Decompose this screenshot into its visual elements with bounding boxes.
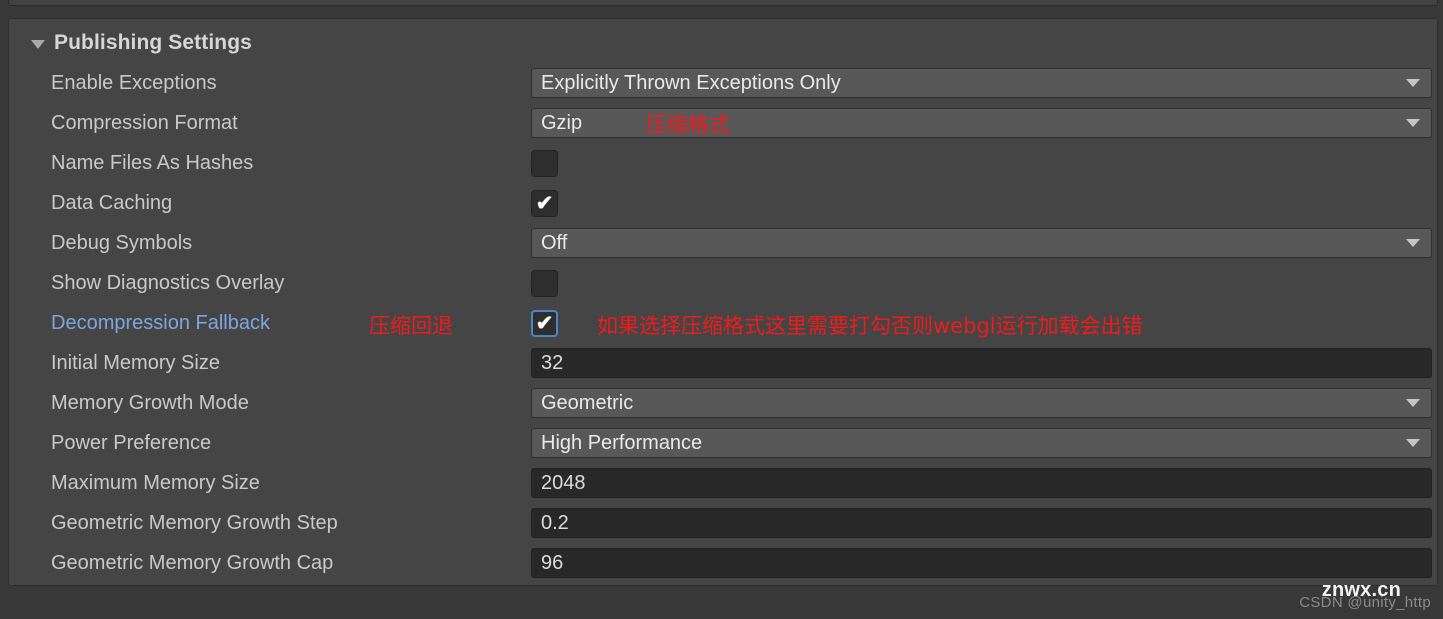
znwx-watermark: znwx.cn <box>1321 579 1401 601</box>
checkbox-data-caching[interactable]: ✔ <box>531 189 558 217</box>
label-power-preference: Power Preference <box>51 431 212 454</box>
check-icon: ✔ <box>535 191 554 215</box>
row-power-preference: Power Preference High Performance <box>9 423 1437 463</box>
dropdown-value-enable-exceptions: Explicitly Thrown Exceptions Only <box>541 72 841 94</box>
dropdown-memory-growth-mode[interactable]: Geometric <box>531 388 1432 418</box>
row-debug-symbols: Debug Symbols Off <box>9 223 1437 263</box>
row-show-diagnostics-overlay: Show Diagnostics Overlay <box>9 263 1437 303</box>
chevron-down-icon[interactable] <box>1406 439 1420 447</box>
chevron-down-icon[interactable] <box>1406 79 1420 87</box>
dropdown-enable-exceptions[interactable]: Explicitly Thrown Exceptions Only <box>531 68 1432 98</box>
chevron-down-icon[interactable] <box>1406 119 1420 127</box>
input-maximum-memory-size[interactable]: 2048 <box>531 468 1432 498</box>
chevron-down-icon[interactable] <box>1406 239 1420 247</box>
label-show-diagnostics-overlay: Show Diagnostics Overlay <box>51 271 285 294</box>
dropdown-debug-symbols[interactable]: Off <box>531 228 1432 258</box>
unity-inspector-window: Publishing Settings Enable Exceptions Ex… <box>0 0 1443 619</box>
top-panel-strip <box>8 0 1438 6</box>
row-geometric-memory-growth-step: Geometric Memory Growth Step 0.2 <box>9 503 1437 543</box>
input-initial-memory-size[interactable]: 32 <box>531 348 1432 378</box>
checkbox-decompression-fallback[interactable]: ✔ <box>531 309 558 337</box>
row-name-files-as-hashes: Name Files As Hashes <box>9 143 1437 183</box>
checkbox-show-diagnostics-overlay[interactable] <box>531 269 558 297</box>
input-value-initial-memory-size: 32 <box>541 352 564 374</box>
input-value-maximum-memory-size: 2048 <box>541 472 586 494</box>
row-maximum-memory-size: Maximum Memory Size 2048 <box>9 463 1437 503</box>
dropdown-value-debug-symbols: Off <box>541 232 568 254</box>
row-data-caching: Data Caching ✔ <box>9 183 1437 223</box>
label-data-caching: Data Caching <box>51 191 173 214</box>
label-maximum-memory-size: Maximum Memory Size <box>51 471 260 494</box>
publishing-settings-foldout[interactable]: Publishing Settings <box>31 31 252 55</box>
dropdown-value-memory-growth-mode: Geometric <box>541 392 634 414</box>
checkbox-name-files-as-hashes[interactable] <box>531 149 558 177</box>
row-initial-memory-size: Initial Memory Size 32 <box>9 343 1437 383</box>
publishing-settings-panel: Publishing Settings Enable Exceptions Ex… <box>8 18 1438 586</box>
label-geometric-memory-growth-step: Geometric Memory Growth Step <box>51 511 338 534</box>
row-geometric-memory-growth-cap: Geometric Memory Growth Cap 96 <box>9 543 1437 583</box>
row-decompression-fallback: Decompression Fallback 压缩回退 ✔ 如果选择压缩格式这里… <box>9 303 1437 343</box>
annotation-compression-format: 压缩格式 <box>646 113 730 137</box>
label-enable-exceptions: Enable Exceptions <box>51 71 217 94</box>
input-geometric-memory-growth-step[interactable]: 0.2 <box>531 508 1432 538</box>
input-value-geometric-memory-growth-cap: 96 <box>541 552 564 574</box>
label-name-files-as-hashes: Name Files As Hashes <box>51 151 254 174</box>
input-value-geometric-memory-growth-step: 0.2 <box>541 512 569 534</box>
check-icon: ✔ <box>535 311 554 335</box>
row-memory-growth-mode: Memory Growth Mode Geometric <box>9 383 1437 423</box>
dropdown-value-compression-format: Gzip <box>541 112 583 134</box>
annotation-decompression-fallback-note: 如果选择压缩格式这里需要打勾否则webgl运行加载会出错 <box>597 314 1143 338</box>
label-debug-symbols: Debug Symbols <box>51 231 193 254</box>
dropdown-value-power-preference: High Performance <box>541 432 703 454</box>
dropdown-power-preference[interactable]: High Performance <box>531 428 1432 458</box>
annotation-decompression-fallback-label: 压缩回退 <box>369 314 453 338</box>
chevron-down-icon[interactable] <box>1406 399 1420 407</box>
label-memory-growth-mode: Memory Growth Mode <box>51 391 249 414</box>
label-geometric-memory-growth-cap: Geometric Memory Growth Cap <box>51 551 334 574</box>
row-compression-format: Compression Format Gzip 压缩格式 <box>9 103 1437 143</box>
triangle-down-icon[interactable] <box>31 39 45 49</box>
label-initial-memory-size: Initial Memory Size <box>51 351 220 374</box>
row-enable-exceptions: Enable Exceptions Explicitly Thrown Exce… <box>9 63 1437 103</box>
input-geometric-memory-growth-cap[interactable]: 96 <box>531 548 1432 578</box>
page-title: Publishing Settings <box>54 31 252 54</box>
label-decompression-fallback: Decompression Fallback <box>51 311 270 334</box>
label-compression-format: Compression Format <box>51 111 238 134</box>
